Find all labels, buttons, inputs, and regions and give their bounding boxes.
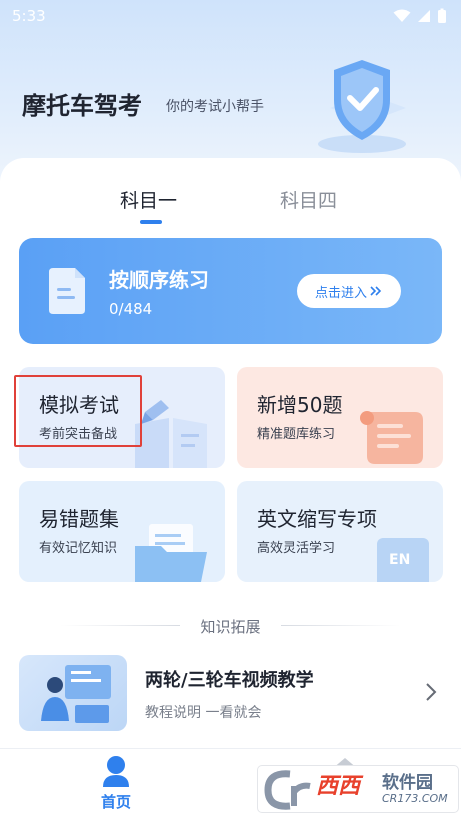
shield-icon (318, 60, 406, 153)
teacher-illustration-icon (41, 665, 111, 723)
app-title: 摩托车驾考 (22, 92, 142, 120)
active-tab-indicator (140, 220, 162, 224)
scroll-icon (360, 411, 423, 464)
book-pencil-icon (135, 400, 207, 468)
new-questions-title: 新增50题 (257, 393, 343, 417)
watermark-logo: 西西 软件园 CR173.COM (258, 766, 458, 812)
en-card-icon: EN (377, 538, 429, 582)
sequential-practice-card[interactable]: 按顺序练习 0/484 点击进入 (19, 238, 442, 344)
new-questions-card[interactable]: 新增50题 精准题库练习 (237, 367, 443, 468)
tab-subject-four[interactable]: 科目四 (280, 186, 337, 213)
status-icons (393, 8, 447, 24)
section-title: 知识拓展 (200, 618, 261, 636)
new-questions-subtitle: 精准题库练习 (257, 427, 336, 442)
cr-logo-icon (264, 770, 311, 810)
practice-progress: 0/484 (109, 300, 153, 318)
status-bar: 5:33 (0, 0, 461, 32)
video-title: 两轮/三轮车视频教学 (145, 670, 314, 691)
watermark-url: CR173.COM (382, 792, 448, 805)
nav-home[interactable]: 首页 (86, 749, 146, 820)
wifi-icon (393, 9, 411, 22)
video-thumbnail (19, 655, 127, 731)
english-abbr-title: 英文缩写专项 (257, 507, 377, 531)
document-icon (49, 268, 85, 314)
video-subtitle: 教程说明 一看就会 (145, 705, 262, 721)
english-abbr-subtitle: 高效灵活学习 (257, 541, 336, 556)
english-abbr-card[interactable]: 英文缩写专项 高效灵活学习 EN (237, 481, 443, 582)
enter-button-label: 点击进入 (314, 285, 367, 301)
home-icon (103, 756, 129, 787)
battery-icon (438, 8, 446, 23)
wrong-questions-title: 易错题集 (39, 507, 119, 531)
nav-home-label: 首页 (100, 793, 131, 811)
practice-title: 按顺序练习 (109, 268, 209, 292)
watermark-name: 软件园 (382, 773, 433, 793)
wrong-questions-card[interactable]: 易错题集 有效记忆知识 (19, 481, 225, 582)
wrong-questions-subtitle: 有效记忆知识 (39, 541, 118, 556)
en-badge-text: EN (389, 552, 411, 568)
app-subtitle: 你的考试小帮手 (166, 99, 264, 115)
enter-button[interactable]: 点击进入 (297, 274, 401, 308)
tab-subject-one[interactable]: 科目一 (120, 186, 177, 213)
double-chevron-icon (370, 286, 382, 296)
divider-right (281, 625, 401, 626)
folder-icon (135, 524, 207, 582)
highlight-box (14, 375, 142, 447)
watermark-brand: 西西 (316, 774, 361, 799)
status-time: 5:33 (12, 7, 46, 25)
signal-icon (418, 10, 430, 22)
chevron-right-icon (426, 683, 437, 701)
video-teaching-item[interactable]: 两轮/三轮车视频教学 教程说明 一看就会 (19, 652, 442, 732)
